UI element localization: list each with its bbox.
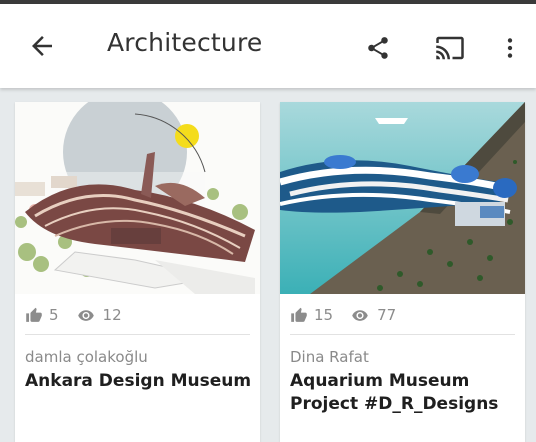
project-card[interactable]: 5 12 damla çolakoğlu Ankara Design Museu…	[15, 102, 260, 442]
project-thumbnail[interactable]	[15, 102, 260, 294]
project-title[interactable]: Aquarium Museum Project #D_R_Designs	[290, 370, 522, 416]
thumbs-up-icon[interactable]	[25, 307, 43, 324]
card-divider	[290, 334, 515, 335]
project-title[interactable]: Ankara Design Museum	[25, 370, 257, 393]
project-stats: 5 12	[25, 304, 138, 326]
eye-icon	[349, 307, 371, 324]
author-name[interactable]: Dina Rafat	[290, 348, 369, 366]
author-name[interactable]: damla çolakoğlu	[25, 348, 148, 366]
cast-button[interactable]	[426, 26, 474, 70]
cast-icon	[436, 36, 464, 60]
more-vert-icon	[507, 38, 513, 58]
page-title: Architecture	[107, 28, 263, 57]
project-card[interactable]: 15 77 Dina Rafat Aquarium Museum Project…	[280, 102, 525, 442]
eye-icon	[75, 307, 97, 324]
view-count: 12	[102, 306, 122, 324]
thumbs-up-icon[interactable]	[290, 307, 308, 324]
aquarium-museum-render	[280, 102, 525, 294]
ankara-museum-render	[15, 102, 260, 294]
back-button[interactable]	[20, 24, 64, 68]
arrow-back-icon	[32, 36, 52, 56]
project-stats: 15 77	[290, 304, 412, 326]
share-button[interactable]	[356, 26, 400, 70]
share-icon	[368, 37, 388, 59]
like-count: 15	[314, 306, 334, 324]
project-thumbnail[interactable]	[280, 102, 525, 294]
app-bar: Architecture	[0, 4, 536, 88]
view-count: 77	[377, 306, 397, 324]
like-count: 5	[49, 306, 59, 324]
card-divider	[25, 334, 250, 335]
more-options-button[interactable]	[490, 26, 530, 70]
